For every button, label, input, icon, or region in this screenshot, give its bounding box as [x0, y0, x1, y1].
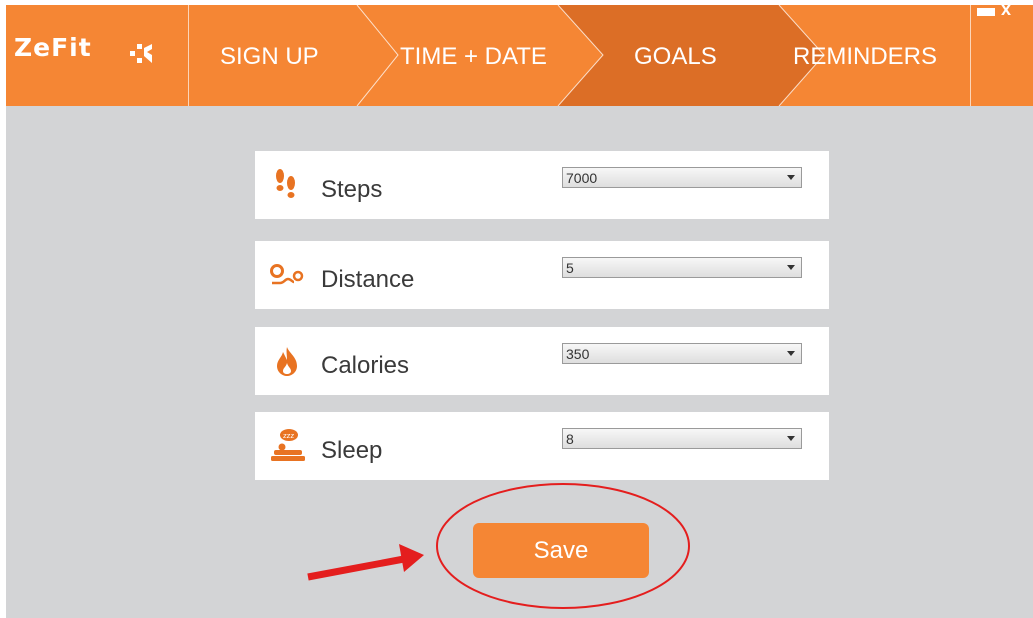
select-value: 7000 — [566, 170, 598, 186]
save-button[interactable]: Save — [473, 523, 649, 578]
goal-label: Sleep — [321, 437, 383, 464]
calories-select[interactable]: 350 — [562, 343, 802, 364]
steps-select[interactable]: 7000 — [562, 167, 802, 188]
goal-label: Distance — [321, 266, 415, 293]
goal-card-sleep: zzz Sleep 8 — [255, 412, 829, 480]
tab-sign-up[interactable]: SIGN UP — [220, 43, 319, 71]
sleep-select[interactable]: 8 — [562, 428, 802, 449]
chevron-down-icon — [787, 175, 795, 180]
select-value: 8 — [566, 431, 574, 447]
route-icon — [270, 264, 304, 285]
goal-card-calories: Calories 350 — [255, 327, 829, 395]
goal-label: Steps — [321, 176, 383, 203]
minimize-icon[interactable] — [977, 8, 995, 16]
select-value: 5 — [566, 260, 574, 276]
tab-reminders[interactable]: REMINDERS — [793, 43, 937, 71]
chevron-down-icon — [787, 436, 795, 441]
sleep-icon: zzz — [271, 429, 305, 461]
select-value: 350 — [566, 346, 590, 362]
chevron-down-icon — [787, 265, 795, 270]
top-navigation-bar: ZeFit SIGN UP TIME + DATE GOALS REMINDER… — [6, 5, 1033, 106]
goal-card-steps: Steps 7000 — [255, 151, 829, 219]
nav-divider — [970, 5, 971, 106]
goal-label: Calories — [321, 352, 410, 379]
close-icon[interactable]: x — [1001, 5, 1011, 20]
distance-select[interactable]: 5 — [562, 257, 802, 278]
tab-time-date[interactable]: TIME + DATE — [400, 43, 547, 71]
chevron-down-icon — [787, 351, 795, 356]
svg-text:zzz: zzz — [283, 432, 294, 440]
footprints-icon — [276, 169, 295, 198]
tab-goals[interactable]: GOALS — [634, 43, 717, 71]
app-window: ZeFit SIGN UP TIME + DATE GOALS REMINDER… — [6, 5, 1033, 618]
flame-icon — [277, 347, 297, 376]
goal-card-distance: Distance 5 — [255, 241, 829, 309]
